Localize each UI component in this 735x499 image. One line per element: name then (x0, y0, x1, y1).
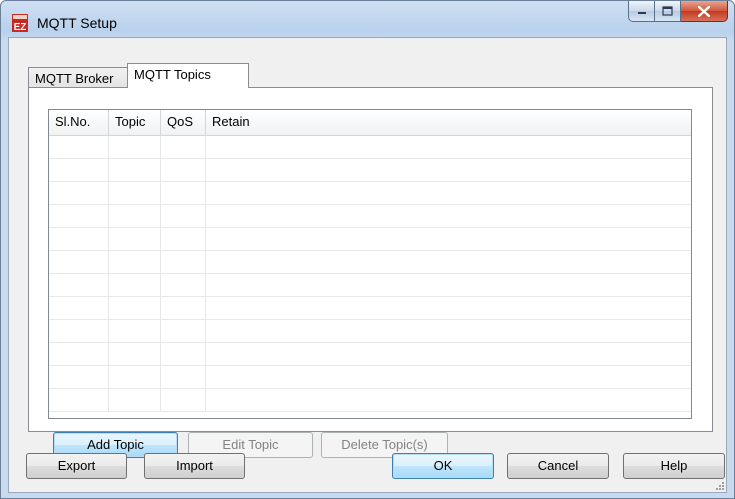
table-cell (161, 205, 206, 227)
table-cell (206, 366, 691, 388)
dialog-client-area: MQTT Broker MQTT Topics Sl.No. Topic QoS… (8, 37, 727, 493)
table-cell (206, 251, 691, 273)
table-cell (109, 251, 161, 273)
table-row (49, 366, 691, 389)
table-row (49, 205, 691, 228)
table-cell (206, 136, 691, 158)
column-header-topic[interactable]: Topic (109, 110, 161, 135)
table-cell (206, 228, 691, 250)
caption-buttons (628, 1, 728, 23)
table-cell (49, 274, 109, 296)
table-cell (49, 389, 109, 411)
table-cell (109, 205, 161, 227)
svg-text:EZ: EZ (14, 22, 27, 32)
table-header: Sl.No. Topic QoS Retain (49, 110, 691, 136)
title-bar[interactable]: EZ MQTT Setup (1, 1, 734, 37)
table-cell (161, 182, 206, 204)
close-icon (698, 5, 710, 17)
table-cell (206, 274, 691, 296)
table-row (49, 274, 691, 297)
ok-button[interactable]: OK (392, 453, 494, 479)
table-row (49, 182, 691, 205)
column-header-qos[interactable]: QoS (161, 110, 206, 135)
table-row (49, 159, 691, 182)
table-cell (109, 366, 161, 388)
close-button[interactable] (681, 1, 728, 22)
table-cell (109, 343, 161, 365)
table-cell (49, 159, 109, 181)
export-button[interactable]: Export (26, 453, 127, 479)
table-cell (109, 274, 161, 296)
table-cell (109, 389, 161, 411)
column-header-slno[interactable]: Sl.No. (49, 110, 109, 135)
table-cell (206, 205, 691, 227)
table-row (49, 320, 691, 343)
table-row (49, 389, 691, 412)
table-cell (161, 389, 206, 411)
table-cell (161, 366, 206, 388)
table-cell (109, 136, 161, 158)
table-cell (206, 389, 691, 411)
cancel-button[interactable]: Cancel (507, 453, 609, 479)
table-cell (161, 297, 206, 319)
column-header-retain[interactable]: Retain (206, 110, 691, 135)
table-cell (206, 297, 691, 319)
table-cell (206, 343, 691, 365)
table-cell (206, 159, 691, 181)
table-cell (161, 228, 206, 250)
app-icon: EZ (12, 14, 28, 32)
table-body (49, 136, 691, 412)
table-cell (49, 251, 109, 273)
resize-grip-icon[interactable] (714, 480, 724, 490)
table-cell (49, 343, 109, 365)
minimize-button[interactable] (628, 1, 655, 22)
table-cell (206, 320, 691, 342)
table-row (49, 297, 691, 320)
table-cell (49, 205, 109, 227)
table-cell (49, 366, 109, 388)
table-cell (161, 343, 206, 365)
maximize-button[interactable] (655, 1, 681, 22)
minimize-icon (637, 12, 646, 14)
table-cell (161, 159, 206, 181)
table-cell (109, 320, 161, 342)
table-cell (49, 136, 109, 158)
table-cell (109, 182, 161, 204)
import-button[interactable]: Import (144, 453, 245, 479)
table-cell (161, 251, 206, 273)
mqtt-setup-window: EZ MQTT Setup MQTT Broker MQTT Topics Sl… (0, 0, 735, 499)
window-title: MQTT Setup (37, 15, 117, 31)
tab-mqtt-broker[interactable]: MQTT Broker (28, 67, 128, 88)
table-cell (49, 320, 109, 342)
table-cell (109, 297, 161, 319)
table-row (49, 343, 691, 366)
table-cell (49, 182, 109, 204)
table-row (49, 136, 691, 159)
mqtt-topics-panel: Sl.No. Topic QoS Retain Add Topic Edit T… (28, 87, 713, 458)
table-cell (161, 320, 206, 342)
topics-table[interactable]: Sl.No. Topic QoS Retain (48, 109, 692, 419)
table-cell (49, 297, 109, 319)
tab-mqtt-topics[interactable]: MQTT Topics (127, 63, 249, 88)
table-cell (109, 159, 161, 181)
help-button[interactable]: Help (623, 453, 725, 479)
table-row (49, 251, 691, 274)
table-cell (109, 228, 161, 250)
maximize-icon (662, 6, 673, 16)
table-cell (206, 182, 691, 204)
table-cell (161, 136, 206, 158)
table-cell (49, 228, 109, 250)
table-cell (161, 274, 206, 296)
table-row (49, 228, 691, 251)
